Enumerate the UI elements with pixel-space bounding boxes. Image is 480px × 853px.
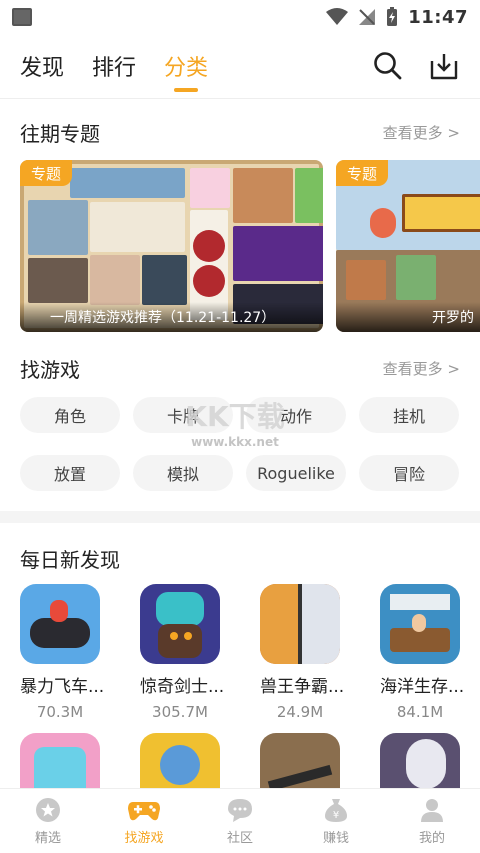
- bottom-nav-label: 精选: [34, 830, 61, 846]
- banner-thumb: [396, 255, 436, 300]
- find-games-see-more-link[interactable]: 查看更多 >: [383, 358, 460, 379]
- banner-thumb: [402, 194, 480, 232]
- app-icon: [140, 584, 220, 664]
- topic-tag: 专题: [336, 160, 388, 186]
- app-icon: [380, 584, 460, 664]
- status-bar: 11:47: [0, 0, 480, 34]
- banner-thumb: [193, 230, 225, 262]
- bottom-nav-profile[interactable]: 我的: [384, 789, 480, 853]
- header-divider: [0, 98, 480, 99]
- app-size: 84.1M: [396, 703, 444, 721]
- tab-discover[interactable]: 发现: [20, 50, 64, 82]
- tab-ranking[interactable]: 排行: [92, 50, 136, 82]
- download-button[interactable]: [428, 50, 460, 82]
- topic-caption: 一周精选游戏推荐（11.21-11.27）: [20, 302, 323, 332]
- app-name: 兽王争霸...: [260, 677, 345, 697]
- app-icon: [260, 584, 340, 664]
- banner-thumb: [233, 168, 293, 223]
- app-size: 70.3M: [36, 703, 84, 721]
- battery-charging-icon: [387, 7, 398, 26]
- genre-chip[interactable]: Roguelike: [246, 455, 346, 491]
- banner-thumb: [90, 202, 185, 252]
- bottom-nav: 精选 找游戏 社区 ¥ 赚钱 我的: [0, 788, 480, 853]
- genre-chip[interactable]: 卡牌: [133, 397, 233, 433]
- topic-banner[interactable]: 专题 开罗的: [336, 160, 480, 332]
- bottom-nav-label: 我的: [418, 830, 445, 846]
- banner-thumb: [233, 226, 323, 281]
- bottom-nav-label: 赚钱: [322, 830, 349, 846]
- genre-chip[interactable]: 放置: [20, 455, 120, 491]
- banner-thumb: [90, 255, 140, 305]
- app-name: 暴力飞车...: [20, 677, 105, 697]
- money-bag-icon: ¥: [325, 798, 347, 822]
- banner-thumb: [190, 168, 230, 208]
- banner-thumb: [142, 255, 187, 305]
- app-item[interactable]: 海洋生存... 84.1M: [380, 584, 480, 721]
- find-games-header: 找游戏 查看更多 >: [20, 354, 460, 383]
- top-nav: 发现 排行 分类: [0, 38, 480, 94]
- gallery-notification-icon: [12, 8, 32, 26]
- star-badge-icon: [36, 797, 60, 822]
- app-item[interactable]: 惊奇剑士... 305.7M: [140, 584, 240, 721]
- genre-chip[interactable]: 角色: [20, 397, 120, 433]
- banner-thumb: [193, 265, 225, 297]
- search-button[interactable]: [372, 50, 404, 82]
- status-time: 11:47: [408, 6, 468, 28]
- banner-thumb: [70, 168, 185, 198]
- gamepad-icon: [128, 801, 160, 820]
- banner-thumb: [346, 260, 386, 300]
- genre-chips: 角色 卡牌 动作 挂机 放置 模拟 Roguelike 冒险: [20, 397, 460, 491]
- svg-text:¥: ¥: [333, 810, 339, 821]
- tab-category[interactable]: 分类: [164, 50, 208, 82]
- bottom-nav-label: 社区: [226, 830, 253, 846]
- app-name: 海洋生存...: [380, 677, 465, 697]
- top-actions: [372, 50, 460, 82]
- section-separator: [0, 511, 480, 523]
- daily-header: 每日新发现: [20, 544, 460, 573]
- genre-chip[interactable]: 挂机: [359, 397, 459, 433]
- daily-app-list: 暴力飞车... 70.3M 惊奇剑士... 305.7M 兽王争霸... 24.…: [20, 584, 480, 721]
- app-icon: [20, 584, 100, 664]
- banner-thumb: [28, 200, 88, 255]
- bottom-nav-earn[interactable]: ¥ 赚钱: [288, 789, 384, 853]
- banner-thumb: [28, 258, 88, 303]
- genre-chip[interactable]: 动作: [246, 397, 346, 433]
- app-size: 305.7M: [152, 703, 208, 721]
- app-name: 惊奇剑士...: [140, 677, 225, 697]
- genre-chip[interactable]: 冒险: [359, 455, 459, 491]
- app-item[interactable]: 兽王争霸... 24.9M: [260, 584, 360, 721]
- download-icon: [430, 54, 458, 80]
- topic-tag: 专题: [20, 160, 72, 186]
- bottom-nav-featured[interactable]: 精选: [0, 789, 96, 853]
- banner-thumb: [295, 168, 323, 223]
- topics-title: 往期专题: [20, 122, 100, 146]
- app-item[interactable]: 暴力飞车... 70.3M: [20, 584, 120, 721]
- daily-title: 每日新发现: [20, 548, 120, 572]
- search-icon: [374, 52, 402, 80]
- wifi-icon: [326, 8, 349, 25]
- topics-see-more-link[interactable]: 查看更多 >: [383, 122, 460, 143]
- topic-banner[interactable]: 专题 一周精选游戏推荐（11.21-11.27）: [20, 160, 323, 332]
- no-signal-icon: [359, 9, 376, 25]
- banner-thumb: [370, 208, 396, 238]
- app-size: 24.9M: [276, 703, 324, 721]
- topic-caption: 开罗的: [336, 302, 480, 332]
- chat-bubble-icon: [228, 798, 252, 822]
- bottom-nav-label: 找游戏: [124, 830, 164, 846]
- find-games-title: 找游戏: [20, 358, 80, 382]
- status-right: 11:47: [326, 7, 468, 28]
- genre-chip[interactable]: 模拟: [133, 455, 233, 491]
- topics-header: 往期专题 查看更多 >: [20, 118, 460, 147]
- user-icon: [421, 798, 443, 822]
- bottom-nav-find-games[interactable]: 找游戏: [96, 789, 192, 853]
- bottom-nav-community[interactable]: 社区: [192, 789, 288, 853]
